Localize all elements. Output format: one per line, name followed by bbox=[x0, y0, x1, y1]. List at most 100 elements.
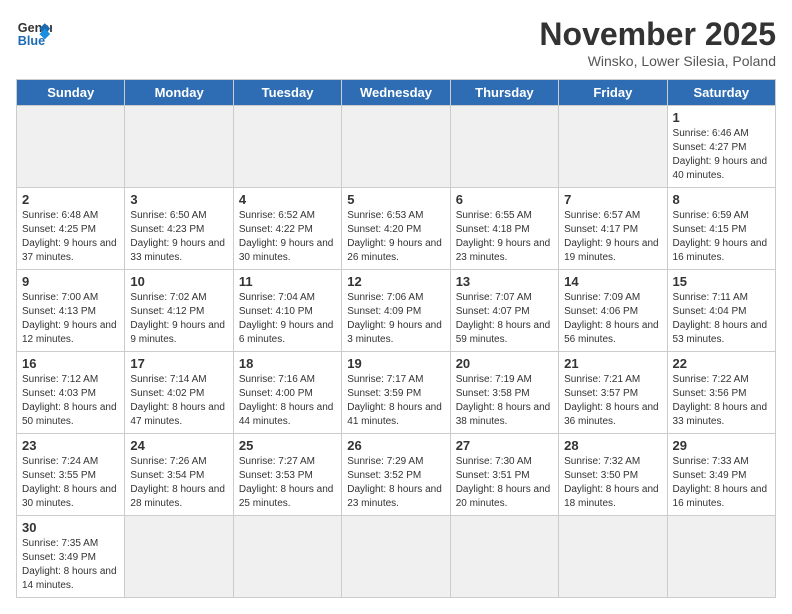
day-number: 30 bbox=[22, 520, 119, 535]
calendar-cell: 25 Sunrise: 7:27 AM Sunset: 3:53 PM Dayli… bbox=[233, 434, 341, 516]
weekday-header-sunday: Sunday bbox=[17, 80, 125, 106]
calendar-cell: 18 Sunrise: 7:16 AM Sunset: 4:00 PM Dayli… bbox=[233, 352, 341, 434]
calendar-cell bbox=[342, 106, 450, 188]
day-info: Sunrise: 7:00 AM Sunset: 4:13 PM Dayligh… bbox=[22, 291, 119, 347]
calendar-week-4: 23 Sunrise: 7:24 AM Sunset: 3:55 PM Dayli… bbox=[17, 434, 776, 516]
day-info: Sunrise: 7:11 AM Sunset: 4:04 PM Dayligh… bbox=[673, 291, 770, 347]
calendar-table: SundayMondayTuesdayWednesdayThursdayFrid… bbox=[16, 79, 776, 598]
calendar-cell: 30 Sunrise: 7:35 AM Sunset: 3:49 PM Dayli… bbox=[17, 516, 125, 598]
location-title: Winsko, Lower Silesia, Poland bbox=[539, 53, 776, 69]
calendar-cell: 7Sunrise: 6:57 AM Sunset: 4:17 PM Daylig… bbox=[559, 188, 667, 270]
day-number: 16 bbox=[22, 356, 119, 371]
day-info: Sunrise: 7:14 AM Sunset: 4:02 PM Dayligh… bbox=[130, 373, 227, 429]
day-info: Sunrise: 7:33 AM Sunset: 3:49 PM Dayligh… bbox=[673, 455, 770, 511]
day-info: Sunrise: 7:35 AM Sunset: 3:49 PM Dayligh… bbox=[22, 537, 119, 593]
calendar-cell: 21 Sunrise: 7:21 AM Sunset: 3:57 PM Dayli… bbox=[559, 352, 667, 434]
day-number: 5 bbox=[347, 192, 444, 207]
day-number: 19 bbox=[347, 356, 444, 371]
day-info: Sunrise: 7:22 AM Sunset: 3:56 PM Dayligh… bbox=[673, 373, 770, 429]
calendar-cell bbox=[559, 106, 667, 188]
day-number: 8 bbox=[673, 192, 770, 207]
day-info: Sunrise: 7:12 AM Sunset: 4:03 PM Dayligh… bbox=[22, 373, 119, 429]
day-info: Sunrise: 6:52 AM Sunset: 4:22 PM Dayligh… bbox=[239, 209, 336, 265]
calendar-cell: 8 Sunrise: 6:59 AM Sunset: 4:15 PM Daylig… bbox=[667, 188, 775, 270]
calendar-cell: 9 Sunrise: 7:00 AM Sunset: 4:13 PM Daylig… bbox=[17, 270, 125, 352]
day-number: 28 bbox=[564, 438, 661, 453]
calendar-cell: 12Sunrise: 7:06 AM Sunset: 4:09 PM Dayli… bbox=[342, 270, 450, 352]
day-number: 15 bbox=[673, 274, 770, 289]
weekday-header-saturday: Saturday bbox=[667, 80, 775, 106]
logo: General Blue bbox=[16, 16, 52, 52]
day-number: 24 bbox=[130, 438, 227, 453]
calendar-cell: 15 Sunrise: 7:11 AM Sunset: 4:04 PM Dayli… bbox=[667, 270, 775, 352]
day-info: Sunrise: 7:19 AM Sunset: 3:58 PM Dayligh… bbox=[456, 373, 553, 429]
day-info: Sunrise: 7:32 AM Sunset: 3:50 PM Dayligh… bbox=[564, 455, 661, 511]
calendar-cell: 5Sunrise: 6:53 AM Sunset: 4:20 PM Daylig… bbox=[342, 188, 450, 270]
calendar-cell: 17 Sunrise: 7:14 AM Sunset: 4:02 PM Dayli… bbox=[125, 352, 233, 434]
calendar-cell: 13Sunrise: 7:07 AM Sunset: 4:07 PM Dayli… bbox=[450, 270, 558, 352]
day-number: 2 bbox=[22, 192, 119, 207]
day-info: Sunrise: 6:57 AM Sunset: 4:17 PM Dayligh… bbox=[564, 209, 661, 265]
weekday-header-friday: Friday bbox=[559, 80, 667, 106]
day-info: Sunrise: 7:07 AM Sunset: 4:07 PM Dayligh… bbox=[456, 291, 553, 347]
calendar-week-5: 30 Sunrise: 7:35 AM Sunset: 3:49 PM Dayli… bbox=[17, 516, 776, 598]
calendar-cell: 26Sunrise: 7:29 AM Sunset: 3:52 PM Dayli… bbox=[342, 434, 450, 516]
day-info: Sunrise: 6:46 AM Sunset: 4:27 PM Dayligh… bbox=[673, 127, 770, 183]
calendar-cell: 16 Sunrise: 7:12 AM Sunset: 4:03 PM Dayli… bbox=[17, 352, 125, 434]
day-number: 25 bbox=[239, 438, 336, 453]
day-number: 11 bbox=[239, 274, 336, 289]
day-number: 1 bbox=[673, 110, 770, 125]
weekday-header-tuesday: Tuesday bbox=[233, 80, 341, 106]
day-number: 21 bbox=[564, 356, 661, 371]
day-info: Sunrise: 6:50 AM Sunset: 4:23 PM Dayligh… bbox=[130, 209, 227, 265]
day-info: Sunrise: 6:48 AM Sunset: 4:25 PM Dayligh… bbox=[22, 209, 119, 265]
calendar-cell: 10Sunrise: 7:02 AM Sunset: 4:12 PM Dayli… bbox=[125, 270, 233, 352]
calendar-cell: 11Sunrise: 7:04 AM Sunset: 4:10 PM Dayli… bbox=[233, 270, 341, 352]
calendar-cell: 24 Sunrise: 7:26 AM Sunset: 3:54 PM Dayli… bbox=[125, 434, 233, 516]
day-number: 12 bbox=[347, 274, 444, 289]
calendar-cell: 4Sunrise: 6:52 AM Sunset: 4:22 PM Daylig… bbox=[233, 188, 341, 270]
day-number: 23 bbox=[22, 438, 119, 453]
day-info: Sunrise: 6:59 AM Sunset: 4:15 PM Dayligh… bbox=[673, 209, 770, 265]
day-info: Sunrise: 6:55 AM Sunset: 4:18 PM Dayligh… bbox=[456, 209, 553, 265]
day-number: 29 bbox=[673, 438, 770, 453]
calendar-cell: 19 Sunrise: 7:17 AM Sunset: 3:59 PM Dayli… bbox=[342, 352, 450, 434]
day-info: Sunrise: 7:24 AM Sunset: 3:55 PM Dayligh… bbox=[22, 455, 119, 511]
day-number: 20 bbox=[456, 356, 553, 371]
calendar-cell bbox=[233, 516, 341, 598]
calendar-cell bbox=[667, 516, 775, 598]
day-number: 27 bbox=[456, 438, 553, 453]
day-info: Sunrise: 7:17 AM Sunset: 3:59 PM Dayligh… bbox=[347, 373, 444, 429]
weekday-header-monday: Monday bbox=[125, 80, 233, 106]
calendar-cell bbox=[125, 516, 233, 598]
day-info: Sunrise: 7:09 AM Sunset: 4:06 PM Dayligh… bbox=[564, 291, 661, 347]
calendar-cell bbox=[559, 516, 667, 598]
logo-icon: General Blue bbox=[16, 16, 52, 52]
calendar-week-2: 9 Sunrise: 7:00 AM Sunset: 4:13 PM Daylig… bbox=[17, 270, 776, 352]
day-info: Sunrise: 7:30 AM Sunset: 3:51 PM Dayligh… bbox=[456, 455, 553, 511]
day-number: 10 bbox=[130, 274, 227, 289]
calendar-cell: 2 Sunrise: 6:48 AM Sunset: 4:25 PM Daylig… bbox=[17, 188, 125, 270]
calendar-cell: 3 Sunrise: 6:50 AM Sunset: 4:23 PM Daylig… bbox=[125, 188, 233, 270]
day-info: Sunrise: 7:26 AM Sunset: 3:54 PM Dayligh… bbox=[130, 455, 227, 511]
day-info: Sunrise: 7:21 AM Sunset: 3:57 PM Dayligh… bbox=[564, 373, 661, 429]
day-number: 3 bbox=[130, 192, 227, 207]
day-number: 18 bbox=[239, 356, 336, 371]
calendar-cell: 23 Sunrise: 7:24 AM Sunset: 3:55 PM Dayli… bbox=[17, 434, 125, 516]
calendar-cell bbox=[342, 516, 450, 598]
header: General Blue November 2025 Winsko, Lower… bbox=[16, 16, 776, 69]
weekday-header-wednesday: Wednesday bbox=[342, 80, 450, 106]
title-area: November 2025 Winsko, Lower Silesia, Pol… bbox=[539, 16, 776, 69]
day-info: Sunrise: 7:16 AM Sunset: 4:00 PM Dayligh… bbox=[239, 373, 336, 429]
calendar-cell bbox=[125, 106, 233, 188]
calendar-cell bbox=[450, 106, 558, 188]
calendar-cell: 20 Sunrise: 7:19 AM Sunset: 3:58 PM Dayli… bbox=[450, 352, 558, 434]
calendar-week-1: 2 Sunrise: 6:48 AM Sunset: 4:25 PM Daylig… bbox=[17, 188, 776, 270]
day-number: 9 bbox=[22, 274, 119, 289]
day-number: 17 bbox=[130, 356, 227, 371]
day-info: Sunrise: 7:27 AM Sunset: 3:53 PM Dayligh… bbox=[239, 455, 336, 511]
day-number: 26 bbox=[347, 438, 444, 453]
calendar-week-0: 1 Sunrise: 6:46 AM Sunset: 4:27 PM Daylig… bbox=[17, 106, 776, 188]
calendar-cell: 27 Sunrise: 7:30 AM Sunset: 3:51 PM Dayli… bbox=[450, 434, 558, 516]
calendar-cell: 1 Sunrise: 6:46 AM Sunset: 4:27 PM Daylig… bbox=[667, 106, 775, 188]
